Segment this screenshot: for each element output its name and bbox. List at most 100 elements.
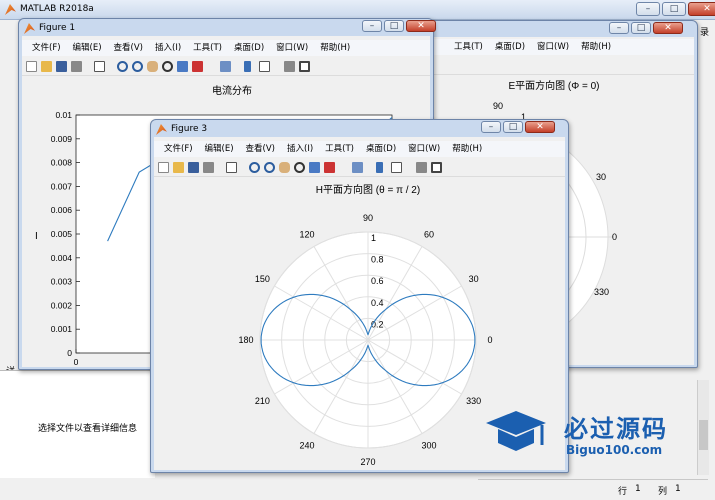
angle-label-330: 330 bbox=[594, 287, 609, 297]
polar-radial-label: 1 bbox=[371, 233, 376, 243]
zoom-out-icon[interactable] bbox=[264, 162, 275, 173]
polar-chart-title: H平面方向图 (θ = π / 2) bbox=[316, 183, 420, 196]
file-details-panel: 选择文件以查看详细信息 bbox=[0, 370, 155, 478]
menu-window[interactable]: 窗口(W) bbox=[402, 141, 446, 157]
menu-tools[interactable]: 工具(T) bbox=[187, 40, 228, 56]
y-tick-label: 0.009 bbox=[51, 134, 73, 144]
save-icon[interactable] bbox=[56, 61, 67, 72]
menu-window[interactable]: 窗口(W) bbox=[270, 40, 314, 56]
menu-window[interactable]: 窗口(W) bbox=[531, 39, 575, 55]
chart-title: 电流分布 bbox=[212, 84, 252, 97]
close-button[interactable]: ✕ bbox=[688, 2, 715, 16]
polar-angle-label: 90 bbox=[363, 213, 373, 223]
brush-icon[interactable] bbox=[324, 162, 335, 173]
menu-view[interactable]: 查看(V) bbox=[108, 40, 149, 56]
figure-1-logo-icon bbox=[24, 23, 35, 34]
maximize-button[interactable]: □ bbox=[662, 2, 686, 16]
pan-icon[interactable] bbox=[279, 162, 290, 173]
menu-help[interactable]: 帮助(H) bbox=[446, 141, 488, 157]
status-row-value: 1 bbox=[635, 484, 641, 494]
link-plot-icon[interactable] bbox=[352, 162, 363, 173]
save-icon[interactable] bbox=[188, 162, 199, 173]
y-axis-label: I bbox=[35, 231, 38, 242]
menu-file[interactable]: 文件(F) bbox=[26, 40, 67, 56]
y-tick-label: 0.007 bbox=[51, 181, 73, 191]
menu-insert[interactable]: 插入(I) bbox=[149, 40, 187, 56]
polar-angle-label: 270 bbox=[360, 457, 375, 467]
print-icon[interactable] bbox=[203, 162, 214, 173]
data-cursor-icon[interactable] bbox=[309, 162, 320, 173]
figure-3-menubar: 文件(F) 编辑(E) 查看(V) 插入(I) 工具(T) 桌面(D) 窗口(W… bbox=[154, 141, 565, 157]
brush-icon[interactable] bbox=[192, 61, 203, 72]
pointer-icon[interactable] bbox=[226, 162, 237, 173]
hide-plot-tools-icon[interactable] bbox=[284, 61, 295, 72]
fig1-close-button[interactable]: ✕ bbox=[406, 20, 436, 32]
angle-label-90: 90 bbox=[493, 101, 503, 111]
colorbar-icon[interactable] bbox=[376, 162, 383, 173]
menu-edit[interactable]: 编辑(E) bbox=[67, 40, 108, 56]
menu-help[interactable]: 帮助(H) bbox=[314, 40, 356, 56]
polar-angle-label: 150 bbox=[255, 274, 270, 284]
menu-help[interactable]: 帮助(H) bbox=[575, 39, 617, 55]
menu-tools[interactable]: 工具(T) bbox=[448, 39, 489, 55]
zoom-in-icon[interactable] bbox=[117, 61, 128, 72]
print-icon[interactable] bbox=[71, 61, 82, 72]
new-figure-icon[interactable] bbox=[26, 61, 37, 72]
rotate-icon[interactable] bbox=[162, 61, 173, 72]
menu-desktop[interactable]: 桌面(D) bbox=[360, 141, 402, 157]
y-tick-label: 0.004 bbox=[51, 253, 73, 263]
menu-file[interactable]: 文件(F) bbox=[158, 141, 199, 157]
menu-view[interactable]: 查看(V) bbox=[240, 141, 281, 157]
pan-icon[interactable] bbox=[147, 61, 158, 72]
zoom-out-icon[interactable] bbox=[132, 61, 143, 72]
polar-radial-label: 0.6 bbox=[371, 276, 384, 286]
hide-plot-tools-icon[interactable] bbox=[416, 162, 427, 173]
y-tick-label: 0.005 bbox=[51, 229, 73, 239]
polar-angle-label: 330 bbox=[466, 396, 481, 406]
minimize-button[interactable]: – bbox=[636, 2, 660, 16]
y-tick-label: 0.002 bbox=[51, 300, 73, 310]
menu-desktop[interactable]: 桌面(D) bbox=[489, 39, 531, 55]
colorbar-icon[interactable] bbox=[244, 61, 251, 72]
y-tick-label: 0.003 bbox=[51, 277, 73, 287]
fig1-minimize-button[interactable]: – bbox=[362, 20, 382, 32]
new-figure-icon[interactable] bbox=[158, 162, 169, 173]
y-tick-label: 0.01 bbox=[55, 110, 72, 120]
fig3-close-button[interactable]: ✕ bbox=[525, 121, 555, 133]
polar-angle-label: 180 bbox=[238, 335, 253, 345]
open-file-icon[interactable] bbox=[173, 162, 184, 173]
open-file-icon[interactable] bbox=[41, 61, 52, 72]
data-cursor-icon[interactable] bbox=[177, 61, 188, 72]
menu-edit[interactable]: 编辑(E) bbox=[199, 141, 240, 157]
angle-label-30: 30 bbox=[596, 172, 606, 182]
polar-radial-label: 0.4 bbox=[371, 298, 384, 308]
figure-1-toolbar bbox=[22, 58, 430, 76]
polar-angle-label: 210 bbox=[255, 396, 270, 406]
rotate-icon[interactable] bbox=[294, 162, 305, 173]
fig2-maximize-button[interactable]: □ bbox=[631, 22, 651, 34]
y-tick-label: 0.006 bbox=[51, 205, 73, 215]
show-plot-tools-icon[interactable] bbox=[299, 61, 310, 72]
show-plot-tools-icon[interactable] bbox=[431, 162, 442, 173]
menu-desktop[interactable]: 桌面(D) bbox=[228, 40, 270, 56]
legend-icon[interactable] bbox=[259, 61, 270, 72]
main-window-title: MATLAB R2018a bbox=[20, 4, 94, 14]
link-plot-icon[interactable] bbox=[220, 61, 231, 72]
fig2-close-button[interactable]: ✕ bbox=[653, 22, 683, 34]
polar-angle-label: 120 bbox=[299, 229, 314, 239]
zoom-in-icon[interactable] bbox=[249, 162, 260, 173]
fig3-minimize-button[interactable]: – bbox=[481, 121, 501, 133]
polar-radial-label: 0.8 bbox=[371, 255, 384, 265]
menu-insert[interactable]: 插入(I) bbox=[281, 141, 319, 157]
pointer-icon[interactable] bbox=[94, 61, 105, 72]
angle-label-0: 0 bbox=[612, 232, 617, 242]
file-details-message: 选择文件以查看详细信息 bbox=[38, 424, 138, 434]
fig1-maximize-button[interactable]: □ bbox=[384, 20, 404, 32]
fig2-minimize-button[interactable]: – bbox=[609, 22, 629, 34]
legend-icon[interactable] bbox=[391, 162, 402, 173]
fig3-maximize-button[interactable]: □ bbox=[503, 121, 523, 133]
menu-tools[interactable]: 工具(T) bbox=[319, 141, 360, 157]
y-tick-label: 0 bbox=[67, 348, 72, 358]
status-col-value: 1 bbox=[675, 484, 681, 494]
figure-3-toolbar bbox=[154, 159, 565, 177]
